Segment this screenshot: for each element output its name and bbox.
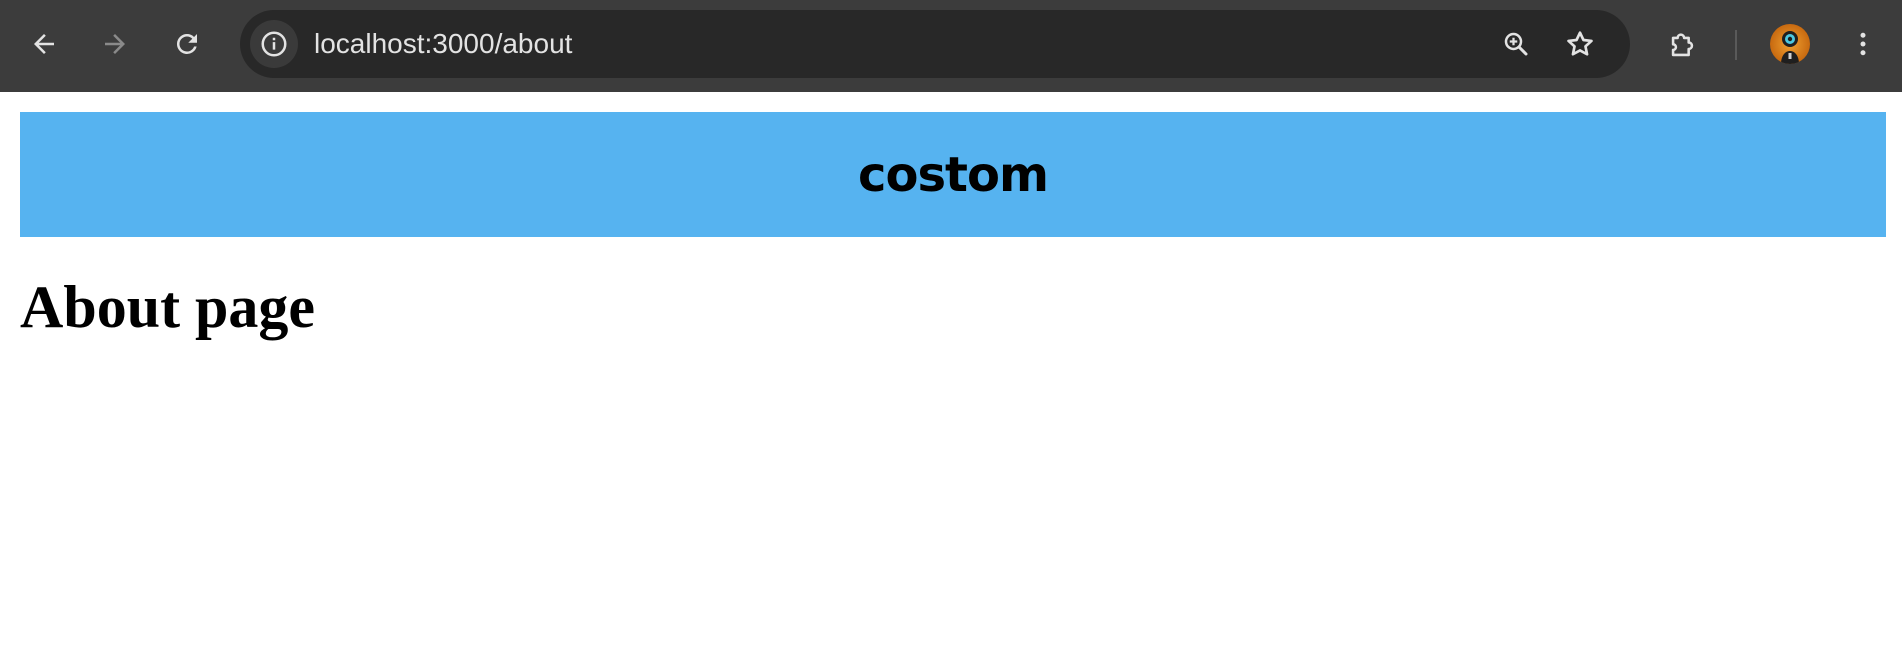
reload-icon xyxy=(176,33,197,54)
address-bar[interactable]: localhost:3000/about xyxy=(240,10,1630,78)
page-content: costom About page xyxy=(0,92,1902,337)
puzzle-icon xyxy=(1671,33,1694,57)
browser-menu-button[interactable] xyxy=(1843,24,1883,64)
star-icon xyxy=(1567,31,1593,56)
page-title: About page xyxy=(20,274,316,340)
more-vert-icon xyxy=(1860,32,1866,56)
header-banner: costom xyxy=(20,112,1886,237)
forward-button[interactable] xyxy=(95,24,135,64)
back-button[interactable] xyxy=(24,24,64,64)
zoom-in-icon xyxy=(1504,32,1528,56)
avatar-icon xyxy=(1781,31,1799,64)
site-info-button[interactable] xyxy=(250,20,298,68)
zoom-button[interactable] xyxy=(1496,24,1536,64)
bookmark-button[interactable] xyxy=(1560,24,1600,64)
info-icon xyxy=(261,31,287,57)
banner-title: costom xyxy=(858,146,1049,203)
profile-avatar[interactable] xyxy=(1770,24,1810,64)
forward-arrow-icon xyxy=(105,34,125,54)
browser-toolbar: localhost:3000/about xyxy=(0,0,1902,92)
toolbar-divider xyxy=(1735,30,1737,60)
reload-button[interactable] xyxy=(167,24,207,64)
back-arrow-icon xyxy=(34,34,54,54)
url-text[interactable]: localhost:3000/about xyxy=(314,10,572,78)
extensions-button[interactable] xyxy=(1662,24,1704,66)
